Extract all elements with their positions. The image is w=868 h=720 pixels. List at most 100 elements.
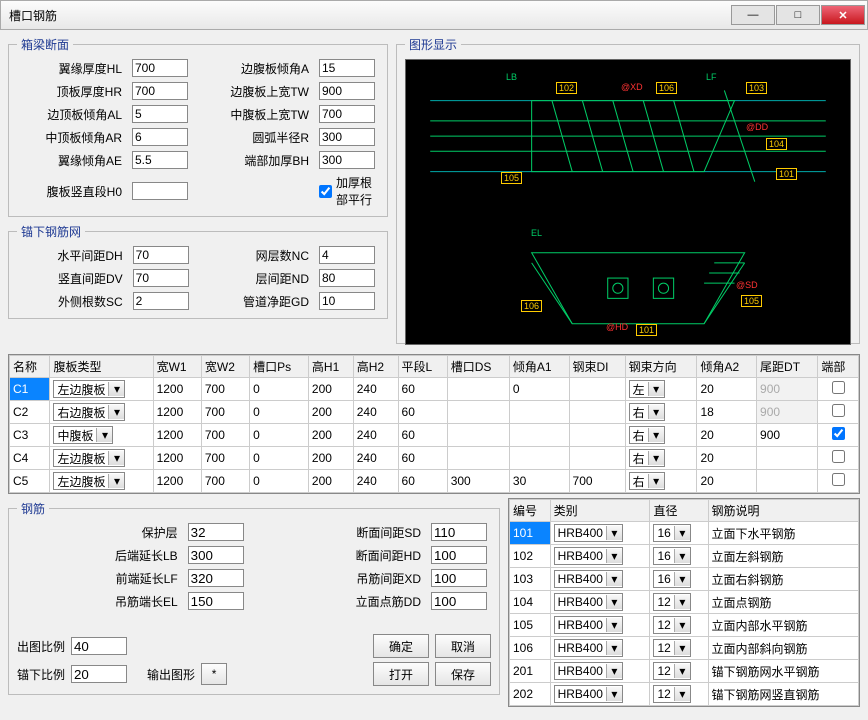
table-row[interactable]: 102HRB400▾16▾立面左斜钢筋 <box>510 545 859 568</box>
combo[interactable]: HRB400▾ <box>554 616 623 634</box>
combo[interactable]: 12▾ <box>653 616 690 634</box>
table-row[interactable]: 101HRB400▾16▾立面下水平钢筋 <box>510 522 859 545</box>
combo[interactable]: HRB400▾ <box>554 685 623 703</box>
table-row[interactable]: C4左边腹板▾1200700020024060右▾20 <box>10 447 859 470</box>
minimize-button[interactable]: — <box>731 5 775 25</box>
grid1-header[interactable]: 倾角A1 <box>509 356 569 378</box>
dd-input[interactable] <box>431 592 487 610</box>
grid1-header[interactable]: 宽W2 <box>201 356 249 378</box>
h0-input[interactable] <box>132 182 188 200</box>
combo[interactable]: HRB400▾ <box>554 547 623 565</box>
combo[interactable]: HRB400▾ <box>554 570 623 588</box>
main-grid[interactable]: 名称腹板类型宽W1宽W2槽口Ps高H1高H2平段L槽口DS倾角A1钢束DI钢束方… <box>9 355 859 493</box>
nc-input[interactable] <box>319 246 375 264</box>
end-checkbox[interactable] <box>832 404 845 417</box>
table-row[interactable]: 106HRB400▾12▾立面内部斜向钢筋 <box>510 637 859 660</box>
combo[interactable]: 左边腹板▾ <box>53 472 125 490</box>
scale-input[interactable] <box>71 637 127 655</box>
grid1-header[interactable]: 尾距DT <box>757 356 818 378</box>
save-button[interactable]: 保存 <box>435 662 491 686</box>
combo[interactable]: 12▾ <box>653 685 690 703</box>
end-checkbox[interactable] <box>832 450 845 463</box>
grid1-header[interactable]: 平段L <box>398 356 447 378</box>
grid2-header[interactable]: 编号 <box>510 500 551 522</box>
grid1-header[interactable]: 钢束方向 <box>625 356 697 378</box>
grid1-header[interactable]: 高H1 <box>308 356 353 378</box>
combo[interactable]: 左边腹板▾ <box>53 380 125 398</box>
steel-grid[interactable]: 编号类别直径钢筋说明101HRB400▾16▾立面下水平钢筋102HRB400▾… <box>509 499 859 706</box>
end-checkbox[interactable] <box>832 427 845 440</box>
hl-input[interactable] <box>132 59 188 77</box>
table-row[interactable]: C1左边腹板▾12007000200240600左▾20900 <box>10 378 859 401</box>
table-row[interactable]: 104HRB400▾12▾立面点钢筋 <box>510 591 859 614</box>
grid1-header[interactable]: 槽口Ps <box>250 356 309 378</box>
end-checkbox[interactable] <box>832 473 845 486</box>
combo[interactable]: 12▾ <box>653 639 690 657</box>
grid2-header[interactable]: 钢筋说明 <box>708 500 859 522</box>
combo[interactable]: HRB400▾ <box>554 639 623 657</box>
combo[interactable]: 右▾ <box>629 403 665 421</box>
combo[interactable]: 右▾ <box>629 426 665 444</box>
graphic-viewport[interactable]: LB 102 @XD 106 LF 103 @DD 104 105 101 EL… <box>405 59 851 345</box>
combo[interactable]: 12▾ <box>653 593 690 611</box>
combo[interactable]: 16▾ <box>653 570 690 588</box>
ae-input[interactable] <box>132 151 188 169</box>
maximize-button[interactable]: □ <box>776 5 820 25</box>
table-row[interactable]: C5左边腹板▾120070002002406030030700右▾20 <box>10 470 859 493</box>
grid1-header[interactable]: 钢束DI <box>569 356 625 378</box>
gd-input[interactable] <box>319 292 375 310</box>
open-button[interactable]: 打开 <box>373 662 429 686</box>
hd-input[interactable] <box>431 546 487 564</box>
dh-input[interactable] <box>133 246 189 264</box>
sc-input[interactable] <box>133 292 189 310</box>
combo[interactable]: 中腹板▾ <box>53 426 113 444</box>
thick-root-checkbox[interactable] <box>319 185 332 198</box>
grid1-header[interactable]: 端部 <box>818 356 859 378</box>
grid1-header[interactable]: 名称 <box>10 356 50 378</box>
combo[interactable]: 右▾ <box>629 449 665 467</box>
el-input[interactable] <box>188 592 244 610</box>
ar-input[interactable] <box>132 128 188 146</box>
table-row[interactable]: 201HRB400▾12▾锚下钢筋网水平钢筋 <box>510 660 859 683</box>
combo[interactable]: 16▾ <box>653 547 690 565</box>
combo[interactable]: HRB400▾ <box>554 662 623 680</box>
combo[interactable]: HRB400▾ <box>554 593 623 611</box>
combo[interactable]: 左▾ <box>629 380 665 398</box>
lb-input[interactable] <box>188 546 244 564</box>
combo[interactable]: 12▾ <box>653 662 690 680</box>
grid1-header[interactable]: 腹板类型 <box>50 356 153 378</box>
tw-input[interactable] <box>319 82 375 100</box>
close-button[interactable]: ✕ <box>821 5 865 25</box>
al-input[interactable] <box>132 105 188 123</box>
cancel-button[interactable]: 取消 <box>435 634 491 658</box>
grid1-header[interactable]: 倾角A2 <box>697 356 757 378</box>
grid1-header[interactable]: 宽W1 <box>153 356 201 378</box>
combo[interactable]: 16▾ <box>653 524 690 542</box>
combo[interactable]: HRB400▾ <box>554 524 623 542</box>
r-input[interactable] <box>319 128 375 146</box>
lf-input[interactable] <box>188 569 244 587</box>
table-row[interactable]: 202HRB400▾12▾锚下钢筋网竖直钢筋 <box>510 683 859 706</box>
combo[interactable]: 右▾ <box>629 472 665 490</box>
grid1-header[interactable]: 高H2 <box>353 356 398 378</box>
combo[interactable]: 右边腹板▾ <box>53 403 125 421</box>
combo[interactable]: 左边腹板▾ <box>53 449 125 467</box>
tw2-input[interactable] <box>319 105 375 123</box>
cover-input[interactable] <box>188 523 244 541</box>
table-row[interactable]: 103HRB400▾16▾立面右斜钢筋 <box>510 568 859 591</box>
a-input[interactable] <box>319 59 375 77</box>
ok-button[interactable]: 确定 <box>373 634 429 658</box>
anchor-input[interactable] <box>71 665 127 683</box>
nd-input[interactable] <box>319 269 375 287</box>
star-button[interactable]: * <box>201 663 227 685</box>
xd-input[interactable] <box>431 569 487 587</box>
grid2-header[interactable]: 类别 <box>550 500 650 522</box>
hr-input[interactable] <box>132 82 188 100</box>
table-row[interactable]: C2右边腹板▾1200700020024060右▾18900 <box>10 401 859 424</box>
table-row[interactable]: C3中腹板▾1200700020024060右▾20900 <box>10 424 859 447</box>
grid2-header[interactable]: 直径 <box>650 500 708 522</box>
end-checkbox[interactable] <box>832 381 845 394</box>
sd-input[interactable] <box>431 523 487 541</box>
dv-input[interactable] <box>133 269 189 287</box>
bh-input[interactable] <box>319 151 375 169</box>
